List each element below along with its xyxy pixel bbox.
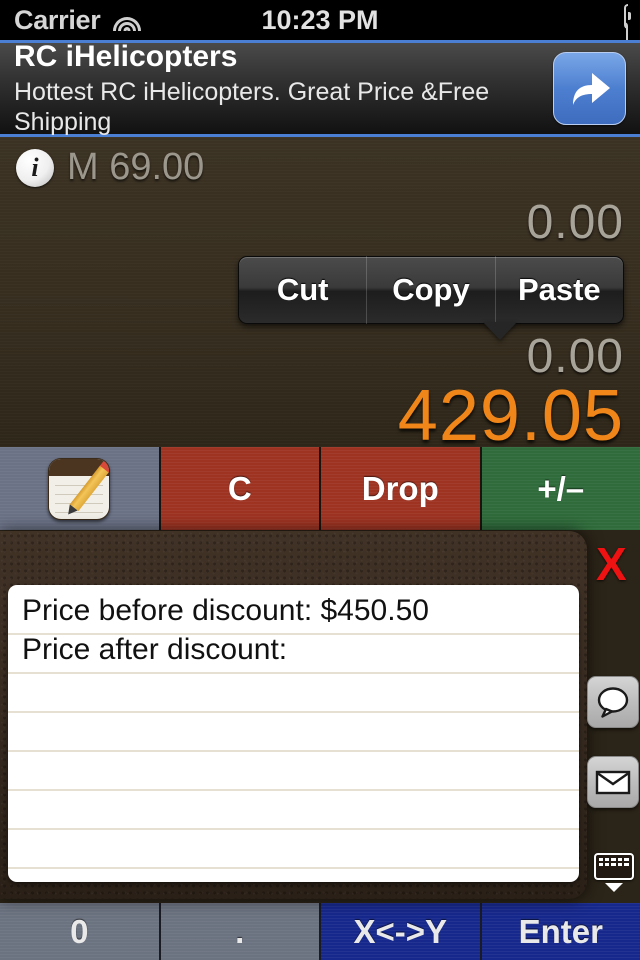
note-text-content[interactable]: Price before discount: $450.50 Price aft… (22, 592, 569, 882)
keyboard-dismiss-icon (593, 853, 634, 880)
share-arrow-icon (572, 72, 610, 105)
function-button-row: C Drop +/– (0, 447, 640, 530)
notepad-icon (48, 457, 111, 520)
key-decimal[interactable]: . (160, 903, 321, 960)
sign-toggle-button[interactable]: +/– (481, 447, 640, 530)
key-swap-xy[interactable]: X<->Y (321, 903, 482, 960)
info-icon[interactable]: i (16, 148, 54, 187)
email-share-button[interactable] (587, 756, 639, 808)
edit-menu-popup[interactable]: Cut Copy Paste (238, 256, 624, 324)
memory-row: i M 69.00 (16, 146, 204, 189)
clear-button[interactable]: C (160, 447, 321, 530)
keyboard-dismiss-button[interactable] (592, 853, 635, 892)
ad-text-block: RC iHelicopters Hottest RC iHelicopters.… (14, 40, 553, 137)
key-zero[interactable]: 0 (0, 903, 161, 960)
note-line (22, 865, 569, 882)
note-paper[interactable]: Price before discount: $450.50 Price aft… (8, 585, 579, 882)
chevron-down-icon (604, 883, 623, 892)
paste-button[interactable]: Paste (496, 256, 623, 324)
note-line: Price before discount: $450.50 (22, 594, 429, 627)
status-bar-right (624, 4, 628, 47)
note-line (22, 787, 569, 826)
memory-value: M 69.00 (67, 146, 205, 188)
keypad-bottom-row: 0 . X<->Y Enter (0, 903, 640, 960)
status-bar: Carrier 10:23 PM (0, 0, 640, 47)
note-line (22, 670, 569, 709)
register-t-value[interactable]: 0.00 (527, 195, 624, 250)
note-line (22, 748, 569, 787)
note-line: Price after discount: (22, 633, 288, 666)
cut-button[interactable]: Cut (239, 256, 368, 324)
clock-label: 10:23 PM (261, 4, 379, 35)
note-side-buttons (587, 676, 639, 836)
edit-menu-pointer (483, 322, 517, 340)
ad-banner[interactable]: RC iHelicopters Hottest RC iHelicopters.… (0, 40, 640, 137)
speech-bubble-icon (597, 687, 629, 718)
notepad-button[interactable] (0, 447, 161, 530)
app-screen: Carrier 10:23 PM RC iHelicopters Hottest… (0, 0, 640, 960)
note-line (22, 709, 569, 748)
note-close-button[interactable]: X (596, 541, 627, 587)
key-enter[interactable]: Enter (481, 903, 640, 960)
ad-title: RC iHelicopters (14, 40, 238, 74)
register-x-value[interactable]: 429.05 (398, 375, 624, 457)
ad-subtitle: Hottest RC iHelicopters. Great Price &Fr… (14, 77, 490, 136)
copy-button[interactable]: Copy (367, 256, 496, 324)
ad-action-button[interactable] (553, 52, 626, 125)
envelope-icon (595, 770, 631, 795)
note-line (22, 826, 569, 865)
sms-share-button[interactable] (587, 676, 639, 728)
drop-button[interactable]: Drop (321, 447, 482, 530)
